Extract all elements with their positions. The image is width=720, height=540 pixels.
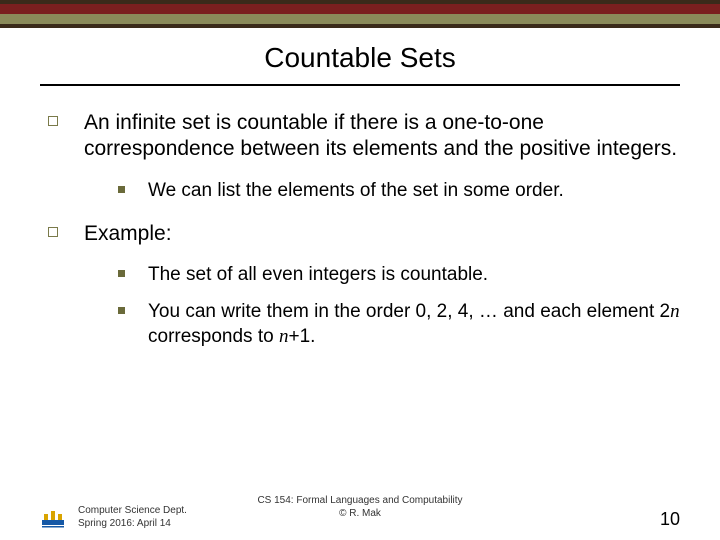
- university-logo-icon: [40, 508, 66, 530]
- sub-bullet-text: You can write them in the order 0, 2, 4,…: [148, 300, 680, 349]
- footer-center: CS 154: Formal Languages and Computabili…: [257, 495, 462, 520]
- bullet-2-sublist: The set of all even integers is countabl…: [84, 263, 680, 349]
- footer-dept: Computer Science Dept. Spring 2016: Apri…: [78, 505, 187, 530]
- bar-dark-2: [0, 24, 720, 28]
- bullet-1-sublist: We can list the elements of the set in s…: [84, 179, 680, 204]
- slide-title: Countable Sets: [264, 42, 455, 74]
- footer-dept-line2: Spring 2016: April 14: [78, 518, 187, 531]
- slide-footer: Computer Science Dept. Spring 2016: Apri…: [0, 505, 720, 530]
- hollow-square-icon: [48, 227, 58, 237]
- footer-course: CS 154: Formal Languages and Computabili…: [257, 495, 462, 508]
- sub-bullet: The set of all even integers is countabl…: [118, 263, 680, 288]
- bullet-1: An infinite set is countable if there is…: [40, 110, 680, 203]
- bar-olive: [0, 14, 720, 24]
- hollow-square-icon: [48, 116, 58, 126]
- sub-bullet-text: The set of all even integers is countabl…: [148, 263, 680, 288]
- decorative-top-bars: [0, 0, 720, 28]
- footer-left: Computer Science Dept. Spring 2016: Apri…: [40, 505, 187, 530]
- solid-square-icon: [118, 307, 125, 314]
- solid-square-icon: [118, 186, 125, 193]
- footer-copyright: © R. Mak: [257, 508, 462, 521]
- slide-content: An infinite set is countable if there is…: [0, 86, 720, 350]
- page-number: 10: [660, 509, 680, 530]
- sub-bullet: You can write them in the order 0, 2, 4,…: [118, 300, 680, 349]
- bullet-2: Example: The set of all even integers is…: [40, 221, 680, 349]
- solid-square-icon: [118, 270, 125, 277]
- bar-red: [0, 4, 720, 14]
- bullet-2-text: Example:: [84, 221, 680, 247]
- sub-bullet: We can list the elements of the set in s…: [118, 179, 680, 204]
- sub-bullet-text: We can list the elements of the set in s…: [148, 179, 680, 204]
- footer-dept-line1: Computer Science Dept.: [78, 505, 187, 518]
- bullet-1-text: An infinite set is countable if there is…: [84, 110, 680, 163]
- title-area: Countable Sets: [0, 42, 720, 86]
